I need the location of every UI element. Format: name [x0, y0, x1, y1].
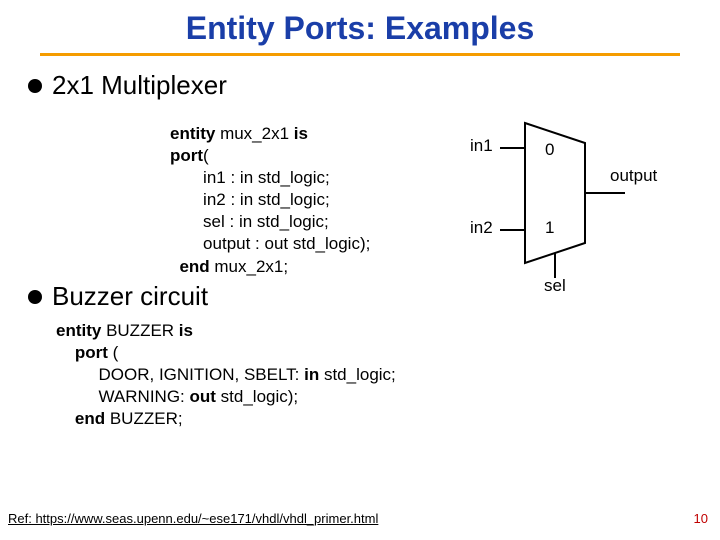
slide-title: Entity Ports: Examples — [0, 0, 720, 47]
kw-port: port — [56, 343, 108, 362]
kw-port: port — [170, 146, 203, 165]
code-block-mux: entity mux_2x1 is port( in1 : in std_log… — [170, 123, 370, 278]
code-text: mux_2x1; — [210, 257, 288, 276]
mux-label-in2: in2 — [470, 218, 493, 238]
code-text: DOOR, IGNITION, SBELT: — [56, 365, 304, 384]
page-number: 10 — [694, 511, 708, 526]
bullet-dot-icon — [28, 290, 42, 304]
code-text: BUZZER; — [105, 409, 182, 428]
mux-label-output: output — [610, 166, 657, 186]
mux-shape-icon — [470, 118, 680, 298]
kw-is: is — [294, 124, 308, 143]
kw-in: in — [304, 365, 319, 384]
kw-entity: entity — [170, 124, 215, 143]
mux-label-one: 1 — [545, 218, 554, 238]
code-text: std_logic; — [319, 365, 396, 384]
kw-end: end — [56, 409, 105, 428]
code-text: mux_2x1 — [215, 124, 293, 143]
kw-entity: entity — [56, 321, 101, 340]
code-text: ( — [203, 146, 209, 165]
bullet-1-text: 2x1 Multiplexer — [52, 70, 227, 101]
kw-end: end — [170, 257, 210, 276]
kw-is: is — [179, 321, 193, 340]
code-text: std_logic); — [216, 387, 298, 406]
code-text: in2 : in std_logic; — [170, 190, 330, 209]
code-text: WARNING: — [56, 387, 190, 406]
mux-label-in1: in1 — [470, 136, 493, 156]
code-text: sel : in std_logic; — [170, 212, 329, 231]
code-text: output : out std_logic); — [170, 234, 370, 253]
mux-label-zero: 0 — [545, 140, 554, 160]
reference-link[interactable]: Ref: https://www.seas.upenn.edu/~ese171/… — [8, 511, 378, 526]
mux-diagram: in1 in2 0 1 sel output — [470, 118, 680, 298]
code-text: in1 : in std_logic; — [170, 168, 330, 187]
code-text: BUZZER — [101, 321, 178, 340]
bullet-2-text: Buzzer circuit — [52, 281, 208, 312]
code-block-buzzer: entity BUZZER is port ( DOOR, IGNITION, … — [56, 320, 720, 430]
title-underline — [40, 53, 680, 56]
kw-out: out — [190, 387, 216, 406]
bullet-dot-icon — [28, 79, 42, 93]
mux-label-sel: sel — [544, 276, 566, 296]
code-text: ( — [108, 343, 118, 362]
bullet-1: 2x1 Multiplexer — [28, 70, 720, 101]
